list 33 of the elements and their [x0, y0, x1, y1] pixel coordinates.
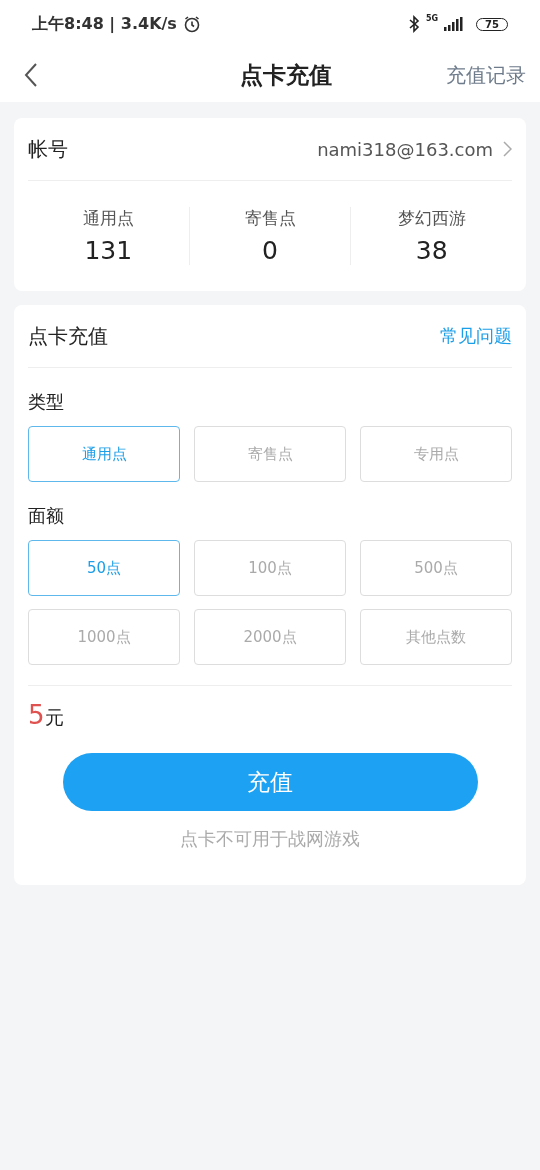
page-title: 点卡充值	[240, 60, 332, 90]
section-label: 类型	[28, 390, 65, 414]
alarm-icon	[182, 15, 201, 33]
faq-link[interactable]: 常见问题	[440, 324, 512, 348]
type-option[interactable]: 寄售点	[194, 426, 346, 482]
amount-option[interactable]: 1000点	[28, 609, 180, 665]
price-amount: 5	[28, 700, 45, 730]
back-icon[interactable]	[24, 62, 38, 88]
recharge-button[interactable]: 充值	[62, 753, 478, 811]
balance-value: 131	[84, 236, 133, 265]
recharge-history-link[interactable]: 充值记录	[446, 61, 526, 89]
type-option[interactable]: 通用点	[28, 426, 180, 482]
balance-value: 38	[415, 236, 448, 265]
status-time: 上午8:48 | 3.4K/s	[32, 13, 177, 35]
amount-option[interactable]: 500点	[360, 540, 512, 596]
balance-label: 梦幻西游	[397, 207, 466, 230]
signal-icon	[444, 17, 465, 31]
amount-option[interactable]: 其他点数	[360, 609, 512, 665]
amount-option[interactable]: 2000点	[194, 609, 346, 665]
type-option[interactable]: 专用点	[360, 426, 512, 482]
balance-label: 通用点	[82, 207, 134, 230]
section-label: 面额	[28, 504, 65, 528]
network-label: 5G	[425, 14, 439, 23]
account-value[interactable]: nami318@163.com	[317, 138, 493, 160]
balance-label: 寄售点	[244, 207, 296, 230]
section-title: 点卡充值	[28, 322, 108, 350]
amount-option[interactable]: 100点	[194, 540, 346, 596]
price-unit: 元	[44, 705, 64, 730]
amount-option[interactable]: 50点	[28, 540, 180, 596]
bluetooth-icon	[407, 15, 420, 33]
balance-value: 0	[262, 236, 278, 265]
account-label: 帐号	[28, 135, 68, 163]
notice-text: 点卡不可用于战网游戏	[179, 827, 361, 851]
